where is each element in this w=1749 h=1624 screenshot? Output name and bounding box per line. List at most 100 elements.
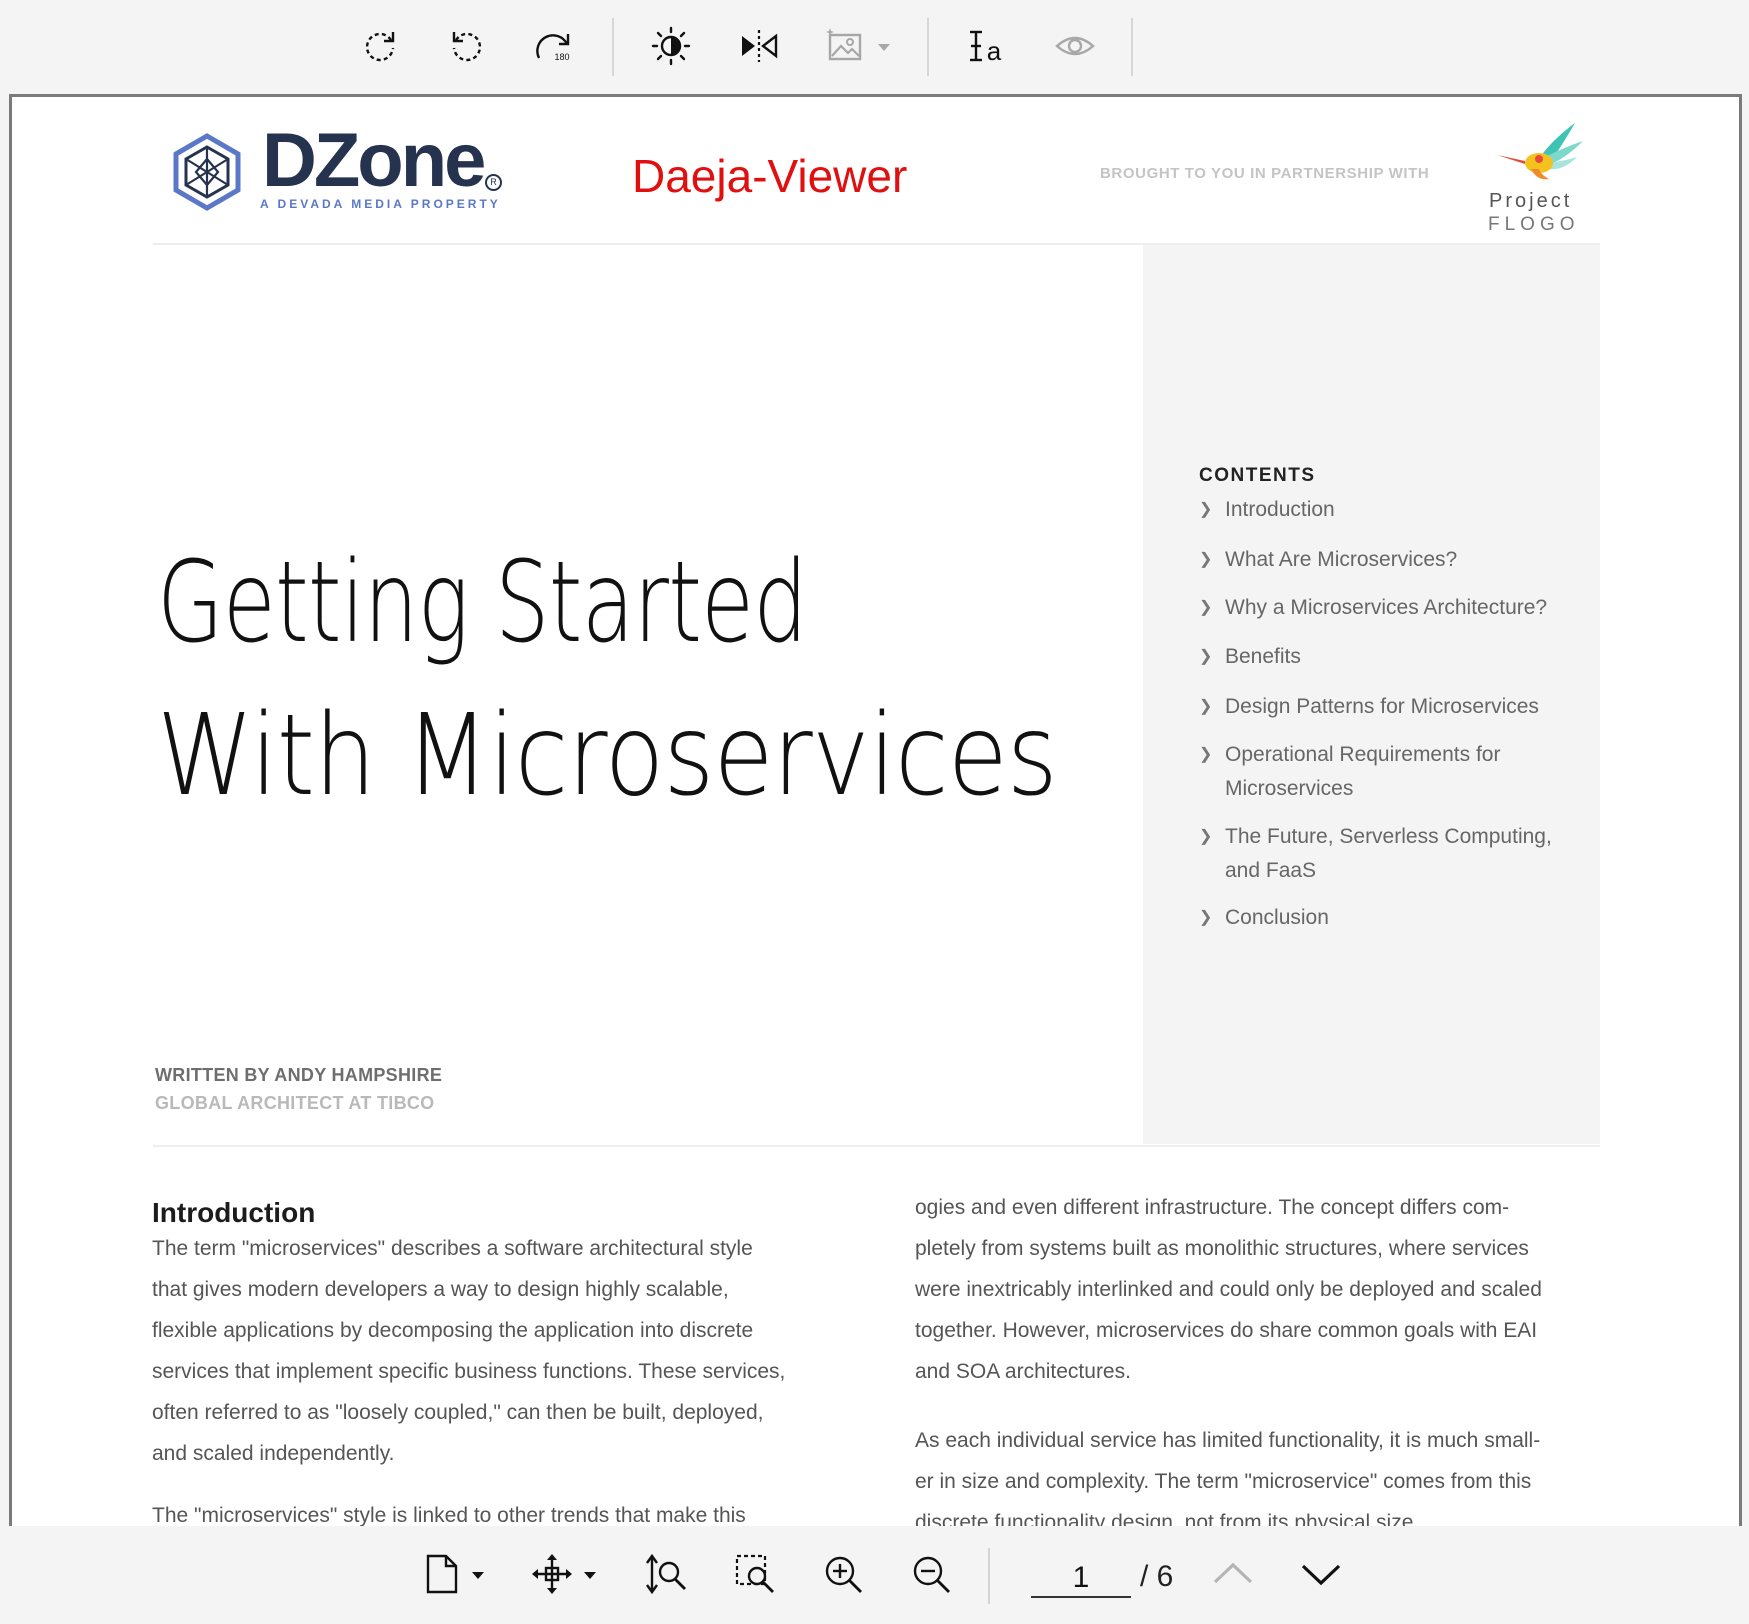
zoom-in-button[interactable]	[820, 1548, 866, 1600]
text-line: ogies and even different infrastructure.…	[915, 1196, 1510, 1219]
rotate-counterclockwise-button[interactable]	[441, 20, 493, 72]
zoom-out-icon	[913, 1556, 950, 1593]
rotate-counterclockwise-icon	[452, 32, 482, 62]
rotate-clockwise-icon	[365, 32, 395, 62]
image-enhance-button[interactable]	[822, 20, 896, 72]
text-line: services that implement specific busines…	[152, 1360, 786, 1383]
page-view-button[interactable]	[418, 1548, 492, 1600]
rotate-180-label: 180	[554, 52, 569, 62]
contents-heading: CONTENTS	[1199, 465, 1316, 486]
contents-item-label: Introduction	[1225, 498, 1335, 521]
toolbar-separator	[927, 18, 929, 76]
viewer-label: Daeja-Viewer	[632, 150, 908, 202]
chevron-right-icon: ❯	[1199, 746, 1213, 763]
contents-item[interactable]: ❯ Operational Requirements for Microserv…	[1199, 738, 1529, 806]
chevron-right-icon: ❯	[1199, 648, 1213, 665]
page-total: / 6	[1140, 1560, 1174, 1593]
page-dropdown-icon	[426, 1554, 484, 1594]
previous-page-button[interactable]	[1208, 1548, 1258, 1600]
partnership-text: BROUGHT TO YOU IN PARTNERSHIP WITH	[1100, 165, 1430, 182]
document-viewport[interactable]: DZone R A DEVADA MEDIA PROPERTY Daeja-Vi…	[9, 94, 1742, 1526]
cover-divider	[153, 1145, 1600, 1147]
next-page-button[interactable]	[1296, 1548, 1346, 1600]
contents-item[interactable]: ❯ Conclusion	[1199, 901, 1579, 935]
contents-item-label: What Are Microservices?	[1225, 548, 1458, 571]
show-hide-button[interactable]	[1049, 20, 1101, 72]
contents-item[interactable]: ❯ The Future, Serverless Computing, and …	[1199, 820, 1559, 888]
contents-item-label: Benefits	[1225, 645, 1301, 668]
text-line: and scaled independently.	[152, 1442, 395, 1465]
toolbar-separator	[988, 1548, 990, 1604]
partner-name-line1: Project	[1489, 190, 1573, 212]
body-paragraph: As each individual service has limited f…	[915, 1420, 1540, 1526]
publisher-name: DZone	[262, 118, 486, 203]
contents-item-label: Design Patterns for Microservices	[1225, 695, 1539, 718]
zoom-selection-icon	[735, 1554, 774, 1593]
chevron-right-icon: ❯	[1199, 599, 1213, 616]
fit-height-button[interactable]	[644, 1548, 690, 1600]
text-line: were inextricably interlinked and could …	[915, 1278, 1542, 1301]
flogo-bird-logo-icon	[1497, 123, 1583, 180]
contents-item[interactable]: ❯ Design Patterns for Microservices	[1199, 690, 1579, 724]
flip-horizontal-button[interactable]	[733, 20, 785, 72]
flip-horizontal-icon	[742, 30, 778, 62]
chevron-right-icon: ❯	[1199, 501, 1213, 518]
text-select-button[interactable]: a	[960, 20, 1012, 72]
bottom-toolbar: / 6	[0, 1526, 1749, 1624]
contents-item-label: The Future, Serverless Computing, and Fa…	[1225, 825, 1552, 882]
rotate-180-icon: 180	[536, 34, 570, 62]
document-page: DZone R A DEVADA MEDIA PROPERTY Daeja-Vi…	[12, 97, 1739, 1526]
brightness-icon	[651, 26, 691, 66]
text-select-icon: a	[970, 30, 1002, 66]
zoom-out-button[interactable]	[908, 1548, 954, 1600]
text-line: often referred to as "loosely coupled," …	[152, 1401, 764, 1424]
author-name: WRITTEN BY ANDY HAMPSHIRE	[155, 1065, 443, 1085]
zoom-selection-button[interactable]	[732, 1548, 778, 1600]
section-heading: Introduction	[152, 1197, 316, 1228]
text-line: and SOA architectures.	[915, 1360, 1131, 1383]
chevron-down-icon	[1301, 1564, 1341, 1586]
text-line: together. However, microservices do shar…	[915, 1319, 1538, 1342]
text-line: The "microservices" style is linked to o…	[152, 1504, 746, 1526]
document-title-line2: With Microservices	[157, 691, 1058, 821]
svg-text:a: a	[987, 36, 1002, 66]
current-page-input[interactable]	[1031, 1560, 1131, 1598]
publisher-subtitle: A DEVADA MEDIA PROPERTY	[260, 197, 501, 211]
partner-name-line2: FLOGO	[1488, 214, 1580, 235]
chevron-right-icon: ❯	[1199, 828, 1213, 845]
text-line: As each individual service has limited f…	[915, 1429, 1541, 1452]
rotate-clockwise-button[interactable]	[354, 20, 406, 72]
text-line: pletely from systems built as monolithic…	[915, 1237, 1529, 1260]
body-paragraph: ogies and even different infrastructure.…	[915, 1187, 1542, 1392]
text-line: er in size and complexity. The term "mic…	[915, 1470, 1532, 1493]
dzone-logo-icon	[173, 133, 241, 211]
zoom-in-icon	[825, 1556, 862, 1593]
toolbar-separator	[612, 18, 614, 76]
contents-item-label: Why a Microservices Architecture?	[1225, 596, 1548, 619]
chevron-right-icon: ❯	[1199, 551, 1213, 568]
body-paragraph: The "microservices" style is linked to o…	[152, 1495, 746, 1526]
contents-item[interactable]: ❯ Benefits	[1199, 640, 1579, 674]
author-role: GLOBAL ARCHITECT AT TIBCO	[155, 1093, 435, 1113]
brightness-button[interactable]	[645, 20, 697, 72]
top-toolbar: 180 a	[0, 0, 1749, 93]
move-dropdown-icon	[532, 1554, 596, 1594]
document-title-line1: Getting Started	[157, 538, 808, 668]
contents-item[interactable]: ❯ Introduction	[1199, 493, 1579, 527]
chevron-up-icon	[1213, 1562, 1253, 1584]
text-line: discrete functionality design, not from …	[915, 1511, 1420, 1526]
body-paragraph: The term "microservices" describes a sof…	[152, 1228, 785, 1474]
registered-mark: R	[485, 174, 502, 191]
text-line: The term "microservices" describes a sof…	[152, 1237, 753, 1260]
contents-item-label: Conclusion	[1225, 906, 1329, 929]
rotate-180-button[interactable]: 180	[528, 20, 580, 72]
text-line: that gives modern developers a way to de…	[152, 1278, 729, 1301]
contents-item[interactable]: ❯ Why a Microservices Architecture?	[1199, 591, 1579, 625]
contents-item-label: Operational Requirements for Microservic…	[1225, 743, 1501, 800]
fit-height-icon	[646, 1553, 686, 1595]
pan-button[interactable]	[530, 1548, 604, 1600]
text-line: flexible applications by decomposing the…	[152, 1319, 754, 1342]
contents-item[interactable]: ❯ What Are Microservices?	[1199, 543, 1579, 577]
image-enhance-icon	[826, 28, 890, 61]
toolbar-separator	[1131, 18, 1133, 76]
